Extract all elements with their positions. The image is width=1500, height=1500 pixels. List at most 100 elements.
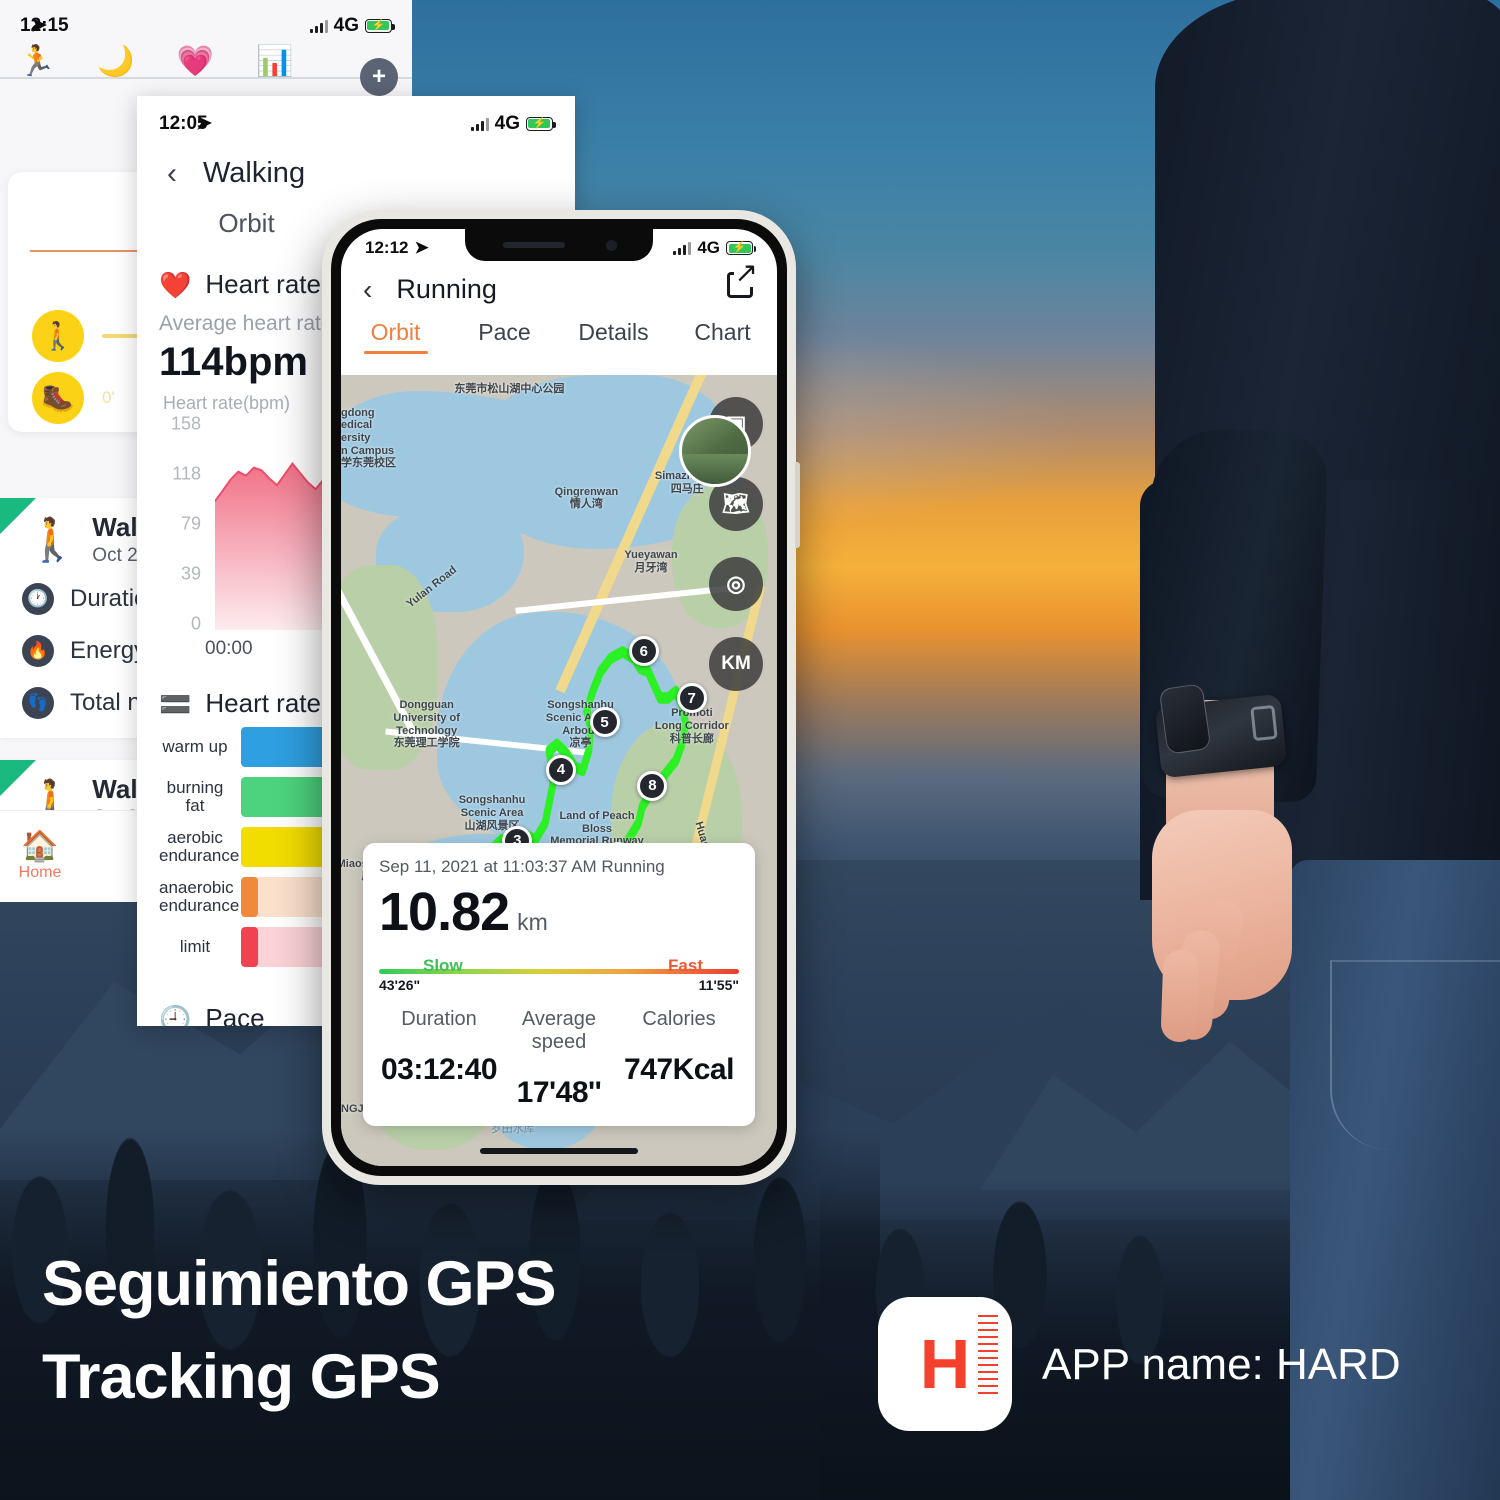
pace-slow-value: 43'26"	[379, 977, 421, 993]
home-indicator[interactable]	[480, 1148, 638, 1154]
footprint-icon: 👣	[22, 687, 54, 719]
hr-y-axis: 158 118 79 39 0	[159, 414, 205, 634]
activity-date: Sep 11, 2021 at 11:03:37 AM Running	[379, 857, 665, 876]
network-label: 4G	[697, 238, 720, 257]
phone-bezel: 12:12 ➤ 4G ⚡ ‹ Running Orbit Pace Detail…	[331, 219, 787, 1176]
nav-bar: ‹ Walking	[137, 139, 575, 200]
tab-details[interactable]: Details	[559, 319, 668, 356]
battery-icon: ⚡	[364, 18, 395, 33]
app-logo-letter: H	[919, 1325, 971, 1403]
badge-corner: $	[0, 760, 36, 796]
section-title: Heart rate	[205, 269, 321, 299]
badge-corner: $	[0, 498, 36, 534]
phone-mockup: 12:12 ➤ 4G ⚡ ‹ Running Orbit Pace Detail…	[322, 210, 800, 1185]
tab-pace[interactable]: Pace	[450, 319, 559, 356]
chevron-left-icon[interactable]: ‹	[167, 158, 177, 189]
status-bar: 12:15 ➤ 4G ⚡	[0, 0, 412, 43]
chevron-left-icon[interactable]: ‹	[363, 275, 372, 304]
pace-slow-label: Slow	[423, 956, 463, 975]
sleep-icon[interactable]: 🌙	[97, 47, 134, 77]
app-name-label: APP name: HARD	[1042, 1340, 1401, 1389]
bars-icon: 🟰	[159, 688, 192, 719]
summary-key: Calories	[642, 1008, 716, 1030]
walking-person-icon: 🚶	[32, 310, 84, 362]
summary-value: 747Kcal	[624, 1053, 734, 1086]
zone-label: burning fat	[166, 778, 224, 815]
route-marker[interactable]: 6	[628, 636, 659, 667]
add-button[interactable]: +	[360, 58, 398, 96]
promo-text: Seguimiento GPS Tracking GPS	[42, 1238, 557, 1424]
phone-screen: 12:12 ➤ 4G ⚡ ‹ Running Orbit Pace Detail…	[341, 229, 777, 1166]
summary-key: Average speed	[521, 1008, 597, 1053]
nav-bar: ‹ Running	[341, 258, 777, 305]
summary-average-speed: Average speed 17'48''	[499, 1008, 619, 1110]
pace-gradient-bar: Slow Fast 43'26" 11'55"	[379, 956, 739, 993]
network-label: 4G	[333, 14, 359, 36]
pace-fast-value: 11'55"	[698, 977, 739, 993]
signal-icon	[309, 19, 328, 33]
tab-chart[interactable]: Chart	[668, 319, 777, 356]
locate-button[interactable]: ◎	[709, 557, 763, 611]
location-arrow-icon: ➤	[31, 15, 48, 36]
tab-orbit[interactable]: Orbit	[341, 319, 450, 356]
heart-icon[interactable]: 💗	[177, 47, 214, 77]
clock-icon: 🕐	[22, 583, 54, 615]
hiking-person-icon: 🥾	[32, 372, 84, 424]
status-time: 12:12	[365, 238, 409, 257]
pace-fast-label: Fast	[668, 956, 703, 975]
app-logo: H	[878, 1297, 1012, 1431]
status-bar: 12:05 ➤ 4G ⚡	[137, 96, 575, 139]
home-icon: 🏠	[21, 829, 59, 863]
zone-label: anaerobic endurance	[159, 878, 240, 915]
zone-fill	[241, 877, 258, 917]
summary-columns: Duration 03:12:40 Average speed 17'48'' …	[379, 1008, 739, 1110]
distance-block: 10.82 km	[379, 881, 739, 943]
summary-value: 03:12:40	[380, 1053, 498, 1086]
route-marker[interactable]: 4	[545, 754, 576, 785]
stats-icon[interactable]: 📊	[256, 47, 293, 77]
phone-side-button[interactable]	[795, 462, 800, 548]
hr-y-tick: 0	[190, 613, 201, 634]
ruler-icon	[978, 1315, 998, 1413]
tab-home[interactable]: 🏠 Home	[0, 829, 80, 882]
route-thumbnail[interactable]	[679, 415, 751, 487]
location-arrow-icon: ➤	[196, 113, 213, 134]
summary-duration: Duration 03:12:40	[379, 1008, 499, 1110]
route-marker[interactable]: 5	[589, 707, 620, 738]
heart-pulse-icon: ❤️	[159, 269, 192, 300]
share-icon[interactable]	[727, 259, 760, 298]
stat-tabbar: 🏃 🌙 💗 📊	[0, 43, 412, 79]
zone-fill	[241, 927, 258, 967]
finger	[1160, 949, 1200, 1043]
activity-icon[interactable]: 🏃	[18, 47, 55, 77]
tab-underline	[0, 77, 412, 79]
signal-icon	[673, 241, 692, 255]
page-title: Walking	[203, 157, 306, 189]
speedometer-icon: 🕘	[159, 1003, 192, 1027]
hr-y-tick: 79	[180, 513, 201, 534]
zone-label: aerobic endurance	[159, 828, 240, 865]
hr-y-tick: 158	[170, 413, 201, 434]
hr-y-tick: 118	[172, 463, 201, 484]
signal-icon	[470, 117, 489, 131]
page-title: Running	[396, 274, 497, 304]
activity-summary-card: Sep 11, 2021 at 11:03:37 AM Running 10.8…	[363, 843, 755, 1126]
promo-line-en: Tracking GPS	[42, 1342, 441, 1413]
summary-key: Duration	[401, 1008, 477, 1030]
distance-unit: km	[517, 909, 548, 935]
battery-icon: ⚡	[726, 241, 756, 255]
network-label: 4G	[494, 112, 520, 134]
distance-value: 10.82	[379, 882, 510, 942]
detail-tabs: Orbit Pace Details Chart	[341, 305, 777, 356]
route-marker[interactable]: 8	[637, 770, 668, 801]
unit-button[interactable]: KM	[709, 637, 763, 691]
tab-orbit[interactable]: Orbit	[137, 208, 356, 239]
hr-y-tick: 39	[180, 563, 201, 584]
zone-label: warm up	[162, 737, 228, 757]
legend-zero-value: 0'	[102, 388, 115, 407]
person-jeans	[1290, 860, 1500, 1500]
battery-icon: ⚡	[525, 116, 556, 131]
flame-icon: 🔥	[22, 635, 54, 667]
tab-home-label: Home	[18, 863, 62, 881]
location-arrow-icon: ➤	[414, 238, 429, 257]
